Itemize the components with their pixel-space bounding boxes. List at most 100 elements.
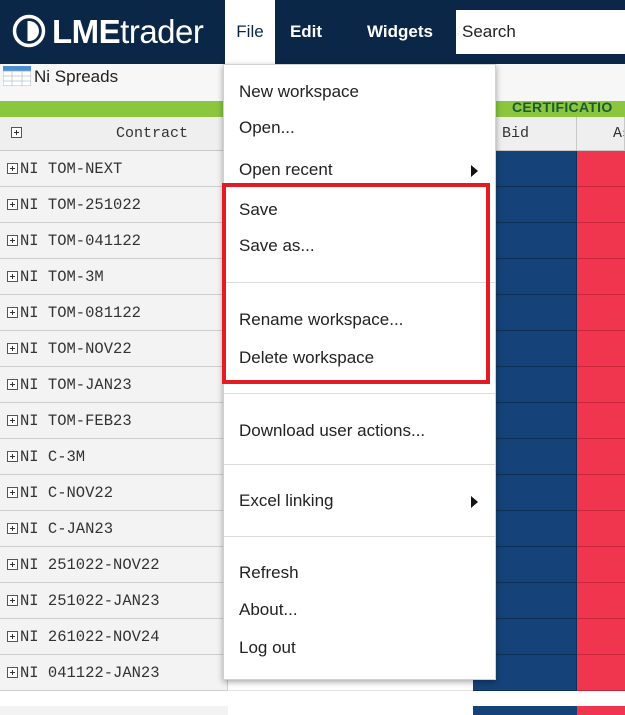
menu-item-open-recent[interactable]: Open recent	[224, 152, 495, 188]
contract-name: NI 251022-JAN23	[20, 592, 160, 610]
contract-name: NI TOM-JAN23	[20, 376, 132, 394]
menu-file[interactable]: File	[225, 0, 275, 64]
contract-cell[interactable]: NI TOM-NOV22	[0, 331, 228, 367]
ask-cell[interactable]	[577, 655, 625, 691]
contract-cell[interactable]: NI C-3M	[0, 439, 228, 475]
widget-title: Ni Spreads	[34, 67, 119, 86]
expand-row-icon[interactable]	[7, 343, 18, 354]
logo-text-bold: LME	[52, 13, 121, 50]
contract-cell[interactable]: NI TOM-081122	[0, 295, 228, 331]
contract-cell[interactable]: NI TOM-041122	[0, 223, 228, 259]
menu-item-log-out[interactable]: Log out	[224, 630, 495, 666]
contract-name: NI TOM-041122	[20, 232, 141, 250]
menu-separator	[224, 282, 495, 283]
ask-cell[interactable]	[577, 547, 625, 583]
menu-item-new-workspace[interactable]: New workspace	[224, 74, 495, 110]
logo-text-regular: trader	[120, 13, 204, 50]
contract-cell[interactable]: NI C-JAN23	[0, 511, 228, 547]
search-input[interactable]	[462, 10, 622, 54]
lme-logo-icon	[12, 14, 46, 48]
contract-cell[interactable]: NI TOM-NEXT	[0, 151, 228, 187]
contract-cell[interactable]: NI C-NOV22	[0, 475, 228, 511]
ask-cell[interactable]	[577, 151, 625, 187]
contract-cell[interactable]: NI TOM-251022	[0, 187, 228, 223]
expand-row-icon[interactable]	[7, 235, 18, 246]
expand-row-icon[interactable]	[7, 631, 18, 642]
contract-name: NI TOM-3M	[20, 268, 104, 286]
expand-row-icon[interactable]	[7, 451, 18, 462]
contract-cell[interactable]: NI TOM-FEB23	[0, 403, 228, 439]
expand-row-icon[interactable]	[7, 415, 18, 426]
contract-cell[interactable]: NI TOM-3M	[0, 259, 228, 295]
search-box	[456, 10, 625, 54]
menu-item-about[interactable]: About...	[224, 592, 495, 628]
contract-cell[interactable]: NI 041122-JAN23	[0, 655, 228, 691]
menu-item-excel-linking-label: Excel linking	[239, 491, 334, 510]
expand-row-icon[interactable]	[7, 199, 18, 210]
menu-separator	[224, 464, 495, 465]
ask-cell[interactable]	[577, 583, 625, 619]
logo: LMEtrader	[0, 0, 225, 64]
top-bar: LMEtrader File Edit Widgets	[0, 0, 625, 64]
contract-name: NI TOM-NOV22	[20, 340, 132, 358]
contract-name: NI TOM-FEB23	[20, 412, 132, 430]
contract-cell[interactable]: NI 261022-NOV24	[0, 619, 228, 655]
ask-cell[interactable]	[577, 223, 625, 259]
ask-cell[interactable]	[577, 619, 625, 655]
menu-item-delete-workspace[interactable]: Delete workspace	[224, 340, 495, 376]
ask-cell[interactable]	[577, 187, 625, 223]
contract-name: NI 041122-JAN23	[20, 664, 160, 682]
contract-name: NI TOM-NEXT	[20, 160, 123, 178]
expand-row-icon[interactable]	[7, 667, 18, 678]
menu-separator	[224, 393, 495, 394]
expand-row-icon[interactable]	[7, 379, 18, 390]
column-header-contract-label: Contract	[116, 125, 189, 142]
menu-item-excel-linking[interactable]: Excel linking	[224, 483, 495, 519]
menu-item-save[interactable]: Save	[224, 192, 495, 228]
menu-edit[interactable]: Edit	[281, 0, 331, 64]
bottom-contract-cell	[0, 706, 228, 715]
expand-row-icon[interactable]	[7, 595, 18, 606]
ask-cell[interactable]	[577, 475, 625, 511]
expand-all-icon[interactable]	[11, 127, 22, 138]
ask-cell[interactable]	[577, 403, 625, 439]
ask-cell[interactable]	[577, 439, 625, 475]
contract-name: NI 261022-NOV24	[20, 628, 160, 646]
menu-item-rename-workspace[interactable]: Rename workspace...	[224, 302, 495, 338]
column-header-contract[interactable]	[0, 117, 228, 151]
menu-item-open-recent-label: Open recent	[239, 160, 333, 179]
contract-name: NI 251022-NOV22	[20, 556, 160, 574]
expand-row-icon[interactable]	[7, 487, 18, 498]
contract-cell[interactable]: NI TOM-JAN23	[0, 367, 228, 403]
menu-separator	[224, 536, 495, 537]
expand-row-icon[interactable]	[7, 271, 18, 282]
submenu-arrow-icon	[471, 165, 478, 177]
ask-cell[interactable]	[577, 295, 625, 331]
contract-cell[interactable]: NI 251022-JAN23	[0, 583, 228, 619]
group-header-label: CERTIFICATIO	[512, 99, 613, 115]
column-header-ask[interactable]: As	[577, 117, 625, 151]
expand-row-icon[interactable]	[7, 523, 18, 534]
expand-row-icon[interactable]	[7, 163, 18, 174]
grid-icon	[3, 66, 31, 86]
ask-cell[interactable]	[577, 367, 625, 403]
submenu-arrow-icon	[471, 496, 478, 508]
ask-cell[interactable]	[577, 259, 625, 295]
menu-item-save-as[interactable]: Save as...	[224, 228, 495, 264]
contract-name: NI C-JAN23	[20, 520, 114, 538]
ask-cell[interactable]	[577, 331, 625, 367]
ask-cell[interactable]	[577, 511, 625, 547]
file-menu-dropdown: New workspace Open... Open recent Save S…	[223, 64, 496, 680]
menu-widgets[interactable]: Widgets	[354, 0, 446, 64]
expand-row-icon[interactable]	[7, 307, 18, 318]
expand-row-icon[interactable]	[7, 559, 18, 570]
menu-item-open[interactable]: Open...	[224, 110, 495, 146]
menu-item-download-user-actions[interactable]: Download user actions...	[224, 413, 495, 449]
contract-cell[interactable]: NI 251022-NOV22	[0, 547, 228, 583]
bottom-bid-cell	[473, 706, 577, 715]
contract-name: NI C-NOV22	[20, 484, 114, 502]
menu-item-refresh[interactable]: Refresh	[224, 555, 495, 591]
contract-name: NI TOM-251022	[20, 196, 141, 214]
logo-text: LMEtrader	[52, 13, 204, 51]
contract-name: NI C-3M	[20, 448, 86, 466]
